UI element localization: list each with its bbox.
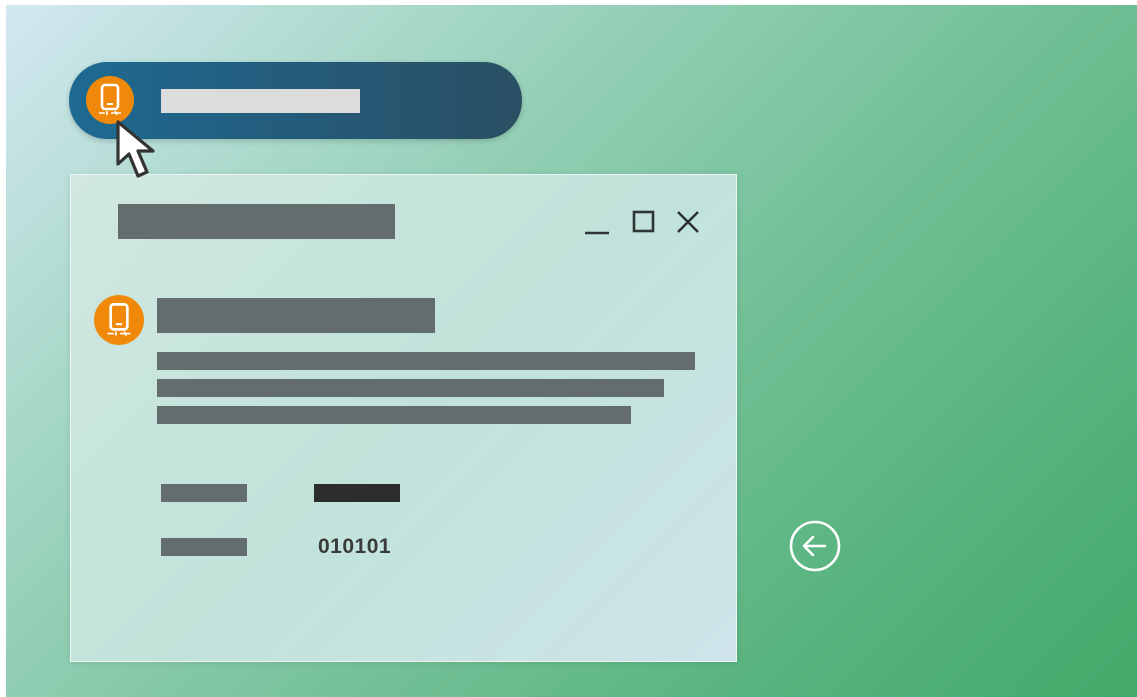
dialog-title-placeholder	[118, 204, 395, 239]
back-button[interactable]	[788, 519, 842, 573]
body-text-line	[157, 352, 695, 370]
body-text-line	[157, 406, 631, 424]
phone-debug-icon[interactable]	[86, 76, 134, 124]
detail-value: 010101	[318, 535, 392, 558]
back-arrow-icon	[789, 520, 841, 572]
cursor-icon	[116, 120, 155, 178]
phone-debug-icon	[94, 295, 144, 345]
close-button[interactable]	[675, 209, 703, 237]
body-text-line	[157, 379, 664, 397]
detail-value-placeholder	[314, 484, 400, 502]
maximize-button[interactable]	[631, 209, 659, 237]
minimize-button[interactable]	[583, 209, 611, 237]
notification-text-placeholder	[161, 89, 360, 113]
detail-label-placeholder	[161, 538, 247, 556]
dialog-heading-placeholder	[157, 298, 435, 333]
close-icon	[677, 211, 699, 233]
maximize-icon	[632, 210, 655, 233]
detail-label-placeholder	[161, 484, 247, 502]
minimize-icon	[585, 231, 609, 235]
dialog-window: 010101	[70, 174, 737, 662]
